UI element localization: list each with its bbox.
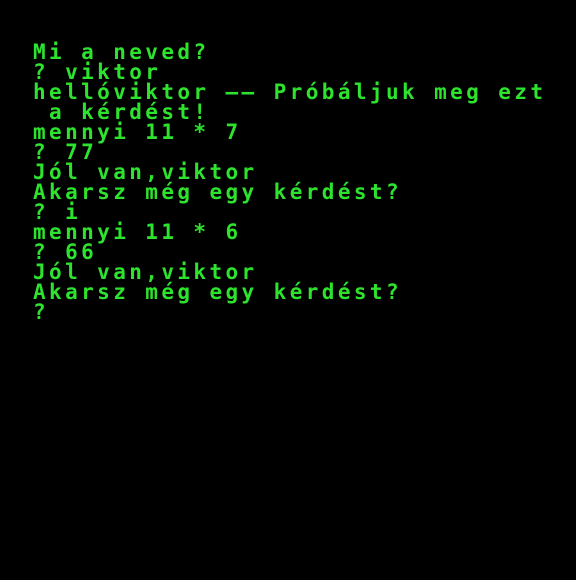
question-line: mennyi 11 * 6 — [33, 220, 242, 244]
prompt-name-question: Mi a neved? — [33, 40, 210, 64]
greeting-line: hellóviktor —— Próbáljuk meg ezt — [33, 80, 547, 104]
question-line: mennyi 11 * 7 — [33, 120, 242, 144]
feedback-line: Jól van,viktor — [33, 260, 258, 284]
terminal-screen[interactable]: Mi a neved? ? viktor hellóviktor —— Prób… — [0, 0, 576, 580]
retry-question-line: Akarsz még egy kérdést? — [33, 180, 402, 204]
retry-answer-line: ? i — [33, 200, 82, 224]
retry-question-line: Akarsz még egy kérdést? — [33, 280, 402, 304]
answer-line: ? 66 — [33, 240, 98, 264]
input-name-answer: ? viktor — [33, 60, 162, 84]
feedback-line: Jól van,viktor — [33, 160, 258, 184]
greeting-line-continued: a kérdést! — [33, 100, 210, 124]
answer-line: ? 77 — [33, 140, 98, 164]
terminal-output: Mi a neved? ? viktor hellóviktor —— Prób… — [33, 40, 563, 323]
input-prompt-line[interactable]: ? — [33, 302, 563, 323]
